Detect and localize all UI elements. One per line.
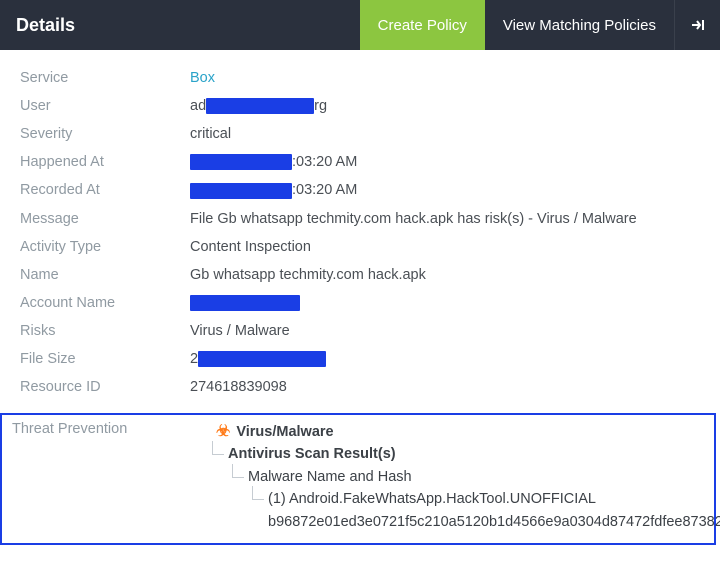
row-name: Name Gb whatsapp techmity.com hack.apk	[20, 261, 714, 289]
redacted-happened	[190, 154, 292, 170]
label-filesize: File Size	[20, 351, 190, 367]
redacted-user	[206, 98, 314, 114]
threat-l2: Antivirus Scan Result(s)	[228, 443, 720, 465]
view-matching-policies-button[interactable]: View Matching Policies	[485, 0, 674, 50]
label-user: User	[20, 98, 190, 114]
value-severity: critical	[190, 126, 714, 142]
value-service[interactable]: Box	[190, 70, 215, 86]
label-name: Name	[20, 267, 190, 283]
collapse-icon	[689, 16, 707, 34]
label-threat: Threat Prevention	[12, 421, 216, 437]
threat-l3: Malware Name and Hash	[248, 466, 720, 488]
label-resource: Resource ID	[20, 379, 190, 395]
row-filesize: File Size 2	[20, 345, 714, 373]
biohazard-icon: ☣	[216, 424, 230, 440]
threat-prevention-box: Threat Prevention ☣ Virus/Malware Antivi…	[0, 413, 716, 545]
redacted-recorded	[190, 183, 292, 199]
label-service: Service	[20, 70, 190, 86]
user-suffix: rg	[314, 98, 327, 114]
label-happened: Happened At	[20, 154, 190, 170]
threat-l4: (1) Android.FakeWhatsApp.HackTool.UNOFFI…	[268, 488, 720, 533]
page-title: Details	[0, 0, 91, 50]
label-activity: Activity Type	[20, 239, 190, 255]
row-recorded: Recorded At :03:20 AM	[20, 176, 714, 204]
value-happened: :03:20 AM	[190, 154, 714, 170]
value-risks: Virus / Malware	[190, 323, 714, 339]
value-filesize: 2	[190, 351, 714, 367]
header-spacer	[91, 0, 360, 50]
row-severity: Severity critical	[20, 120, 714, 148]
value-message: File Gb whatsapp techmity.com hack.apk h…	[190, 211, 714, 227]
happened-suffix: :03:20 AM	[292, 154, 357, 170]
row-message: Message File Gb whatsapp techmity.com ha…	[20, 205, 714, 233]
details-header: Details Create Policy View Matching Poli…	[0, 0, 720, 50]
user-prefix: ad	[190, 98, 206, 114]
value-activity: Content Inspection	[190, 239, 714, 255]
label-severity: Severity	[20, 126, 190, 142]
label-risks: Risks	[20, 323, 190, 339]
value-account	[190, 295, 714, 311]
row-service: Service Box	[20, 64, 714, 92]
threat-l3-text: Malware Name and Hash	[248, 469, 412, 485]
label-recorded: Recorded At	[20, 182, 190, 198]
row-account: Account Name	[20, 289, 714, 317]
threat-l1: ☣ Virus/Malware	[216, 421, 720, 443]
value-resource: 274618839098	[190, 379, 714, 395]
collapse-panel-button[interactable]	[674, 0, 720, 50]
row-resource: Resource ID 274618839098	[20, 373, 714, 401]
redacted-account	[190, 295, 300, 311]
threat-l4-text: (1) Android.FakeWhatsApp.HackTool.UNOFFI…	[268, 491, 720, 529]
value-user: ad rg	[190, 98, 714, 114]
value-name: Gb whatsapp techmity.com hack.apk	[190, 267, 714, 283]
row-user: User ad rg	[20, 92, 714, 120]
threat-tree: ☣ Virus/Malware Antivirus Scan Result(s)…	[216, 421, 720, 533]
row-activity: Activity Type Content Inspection	[20, 233, 714, 261]
create-policy-button[interactable]: Create Policy	[360, 0, 485, 50]
row-risks: Risks Virus / Malware	[20, 317, 714, 345]
recorded-suffix: :03:20 AM	[292, 182, 357, 198]
value-recorded: :03:20 AM	[190, 182, 714, 198]
details-body: Service Box User adrg Severity critical …	[0, 50, 720, 411]
label-message: Message	[20, 211, 190, 227]
label-account: Account Name	[20, 295, 190, 311]
redacted-filesize	[198, 351, 326, 367]
row-happened: Happened At :03:20 AM	[20, 148, 714, 176]
threat-l1-text: Virus/Malware	[236, 421, 333, 443]
filesize-prefix: 2	[190, 351, 198, 367]
threat-l2-text: Antivirus Scan Result(s)	[228, 446, 396, 462]
